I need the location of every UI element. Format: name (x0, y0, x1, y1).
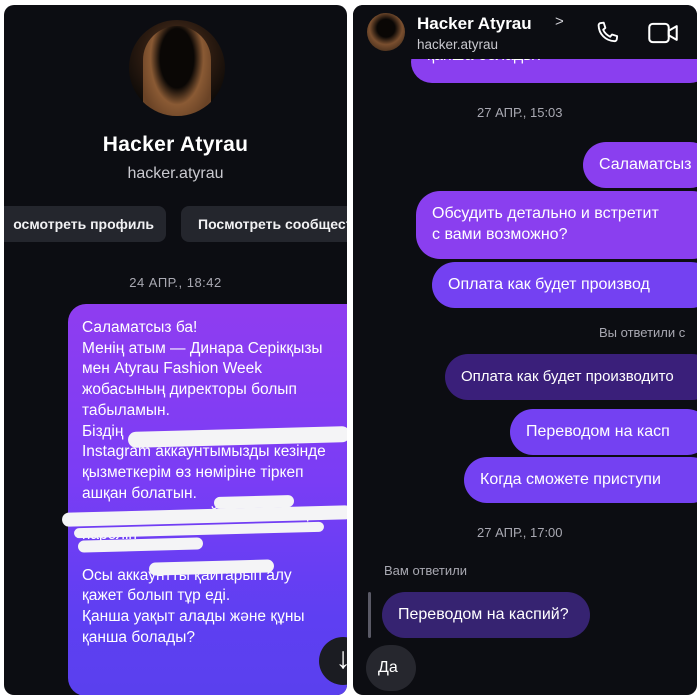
reply-note-incoming: Вам ответили (384, 563, 467, 578)
phone-icon[interactable] (593, 19, 621, 47)
view-profile-button[interactable]: осмотреть профиль (4, 206, 166, 242)
outgoing-message-bubble[interactable]: Саламатсыз ба! Менің атым — Динара Серік… (68, 304, 347, 695)
message-line: мен Atyrau Fashion Week (82, 360, 263, 378)
outgoing-message-bubble[interactable]: Саламатсыз (583, 142, 697, 188)
header-avatar[interactable] (367, 13, 405, 51)
arrow-down-icon: ↓ (335, 642, 348, 675)
chevron-right-icon: > (555, 13, 564, 30)
header-name[interactable]: Hacker Atyrau (417, 14, 532, 34)
message-text: Саламатсыз (599, 156, 692, 173)
message-line: Менің атым — Динара Серікқызы (82, 339, 323, 357)
message-line: Қанша уақыт алады және құны (82, 608, 305, 626)
right-screenshot-panel: қанша болады? Hacker Atyrau > hacker.aty… (353, 5, 697, 695)
message-text: Обсудить детально и встретит (432, 205, 659, 222)
message-line: жобасының директоры болып (82, 381, 297, 399)
quote-bar (368, 592, 371, 638)
outgoing-message-bubble[interactable]: Обсудить детально и встретит с вами возм… (416, 191, 697, 259)
incoming-message-bubble[interactable]: Да (366, 645, 416, 691)
quoted-message-bubble[interactable]: Переводом на каспий? (382, 592, 590, 638)
outgoing-message-bubble[interactable]: Переводом на касп (510, 409, 697, 455)
message-text: Когда сможете приступи (480, 471, 661, 488)
message-line: қанша болады? (82, 628, 195, 646)
reply-note: Вы ответили с (599, 325, 686, 340)
profile-avatar[interactable] (129, 20, 225, 116)
message-line: табыламын. (82, 401, 170, 419)
header-handle: hacker.atyrau (417, 37, 499, 52)
hooded-figure-image (143, 26, 211, 116)
message-text: с вами возможно? (432, 226, 568, 243)
message-text: Переводом на касп (526, 423, 670, 440)
chat-header: Hacker Atyrau > hacker.atyrau (353, 5, 697, 59)
profile-handle: hacker.atyrau (127, 165, 224, 182)
message-timestamp: 27 АПР., 15:03 (477, 105, 563, 120)
message-text: Да (378, 659, 398, 676)
message-timestamp: 24 АПР., 18:42 (129, 275, 222, 290)
outgoing-message-bubble[interactable]: Когда сможете приступи (464, 457, 697, 503)
message-text: Оплата как будет производито (461, 368, 674, 385)
message-line: қызметкерім өз нөміріне тіркеп (82, 463, 304, 481)
quoted-message-bubble[interactable]: Оплата как будет производито (445, 354, 697, 400)
left-screenshot-panel: Hacker Atyrau hacker.atyrau осмотреть пр… (4, 5, 347, 695)
video-camera-icon[interactable] (647, 19, 679, 47)
profile-name: Hacker Atyrau (102, 133, 249, 156)
message-line: Саламатсыз ба! (82, 319, 198, 336)
message-text: Оплата как будет производ (448, 276, 650, 293)
view-messages-button[interactable]: Посмотреть сообщест (181, 206, 347, 242)
message-timestamp: 27 АПР., 17:00 (477, 525, 563, 540)
message-text: Переводом на каспий? (398, 606, 569, 623)
outgoing-message-bubble[interactable]: Оплата как будет производ (432, 262, 697, 308)
message-line: қажет болып тұр еді. (82, 587, 231, 605)
